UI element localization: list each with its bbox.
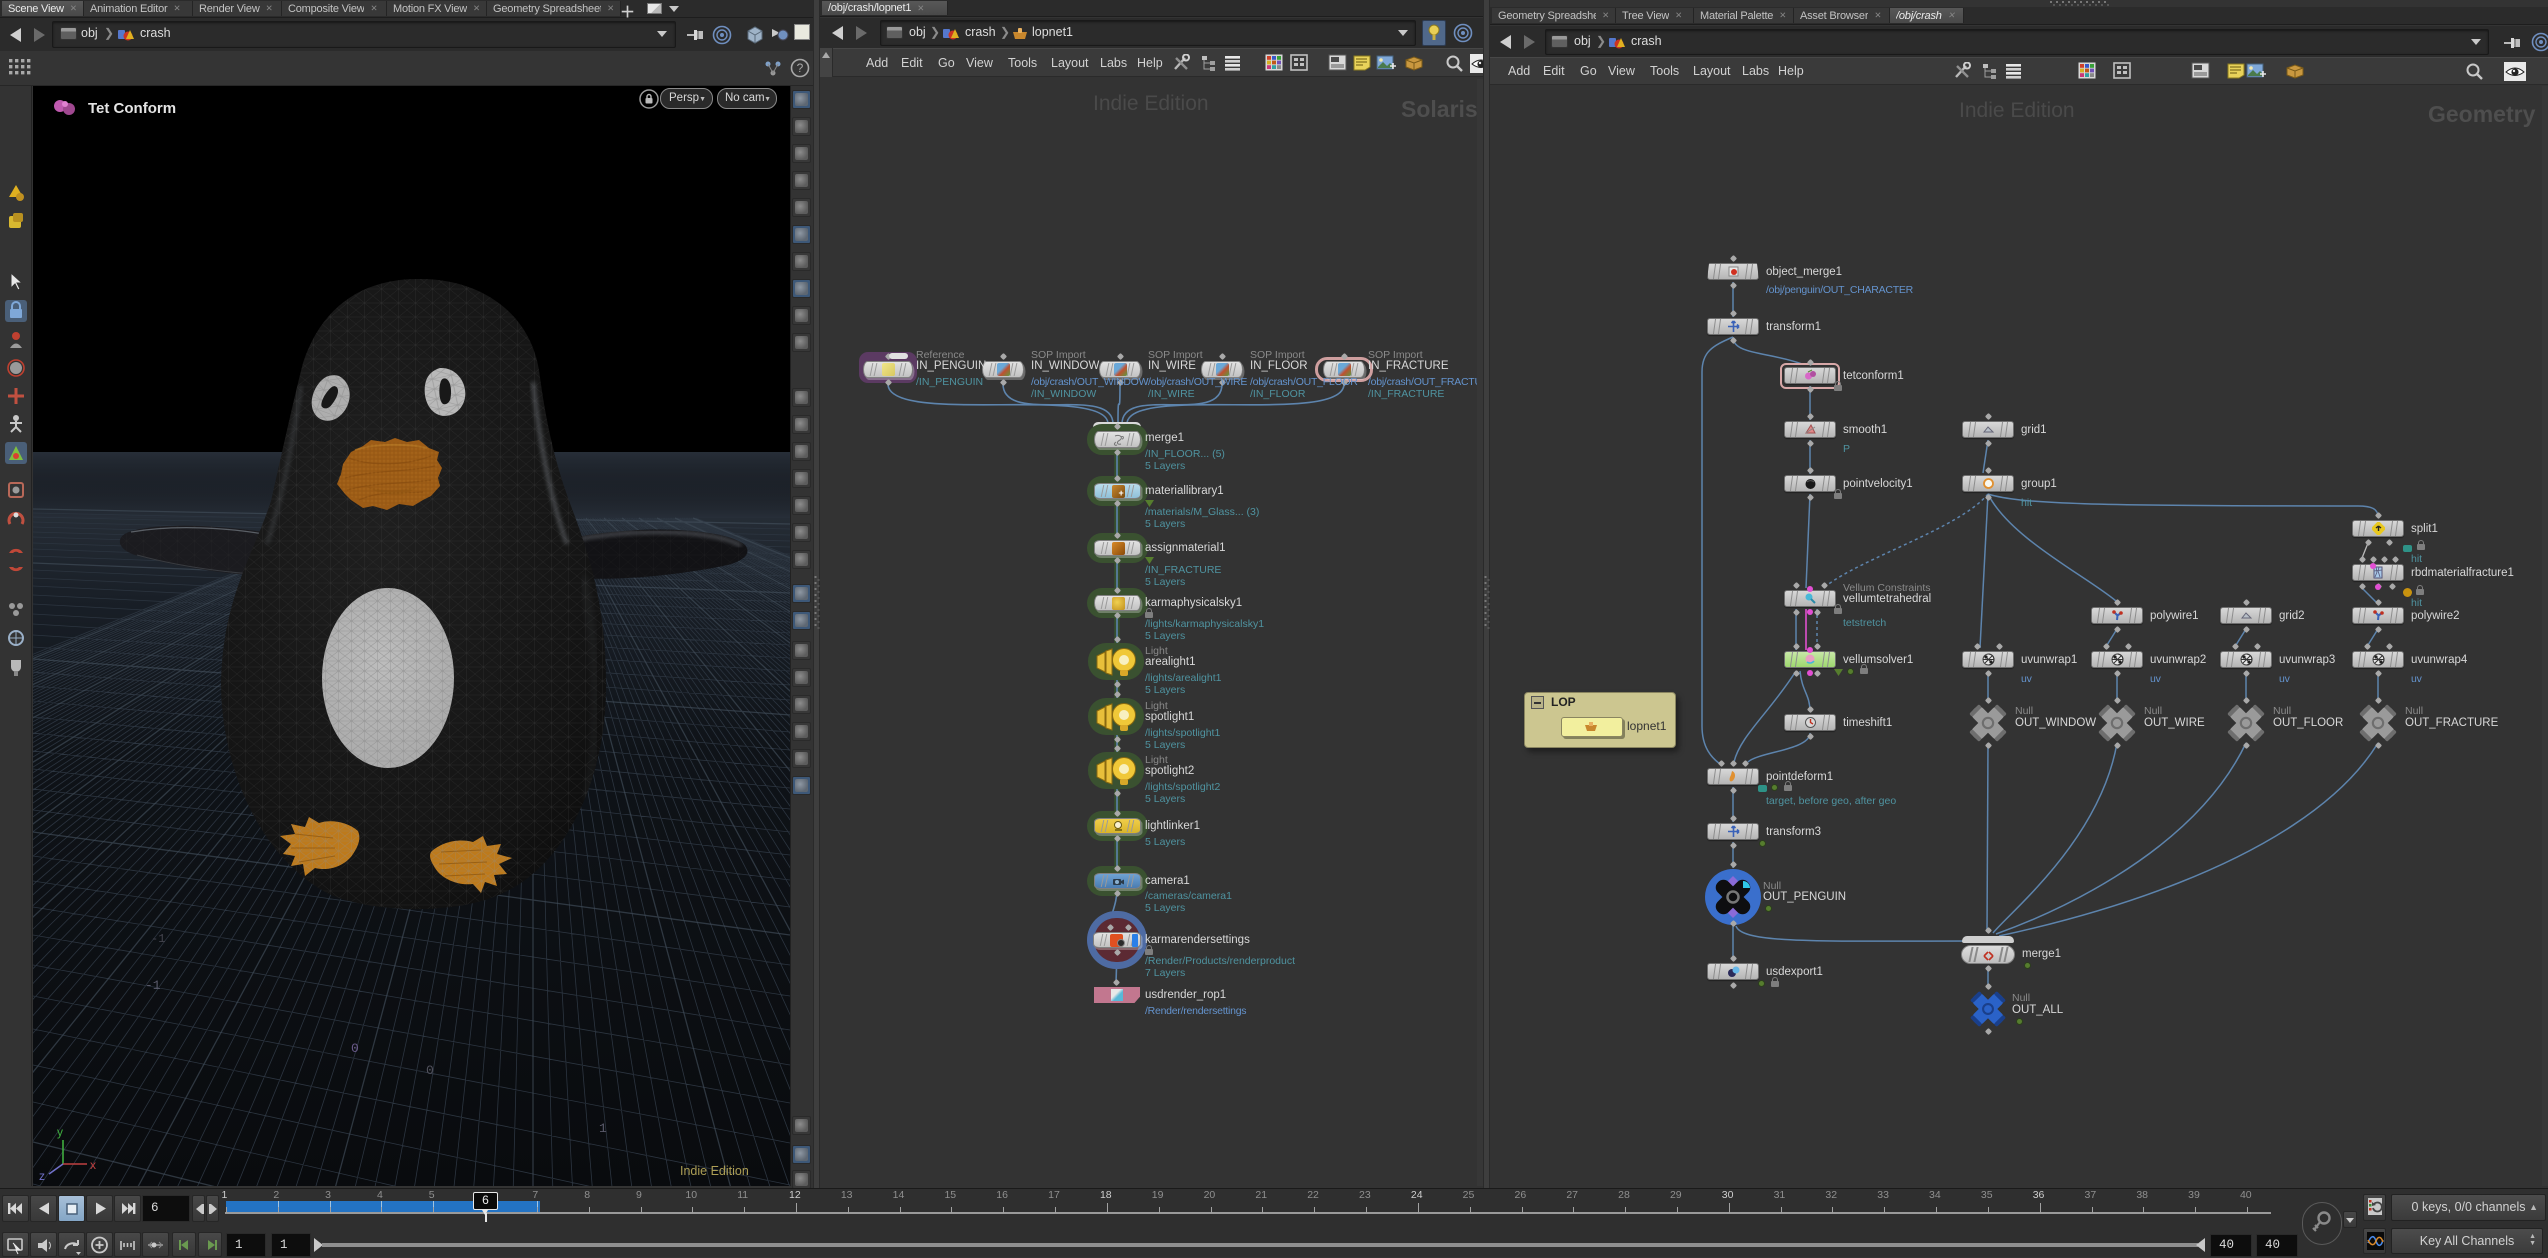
- svg-text:0: 0: [351, 1041, 359, 1056]
- svg-text:1: 1: [599, 1121, 607, 1136]
- svg-text:0: 0: [426, 1063, 434, 1078]
- svg-text:z: z: [39, 1169, 45, 1183]
- svg-text:y: y: [57, 1125, 63, 1139]
- svg-text:x: x: [90, 1158, 96, 1172]
- svg-text:-1: -1: [145, 978, 161, 993]
- svg-text:-1: -1: [151, 932, 165, 946]
- svg-text:?: ?: [797, 61, 804, 75]
